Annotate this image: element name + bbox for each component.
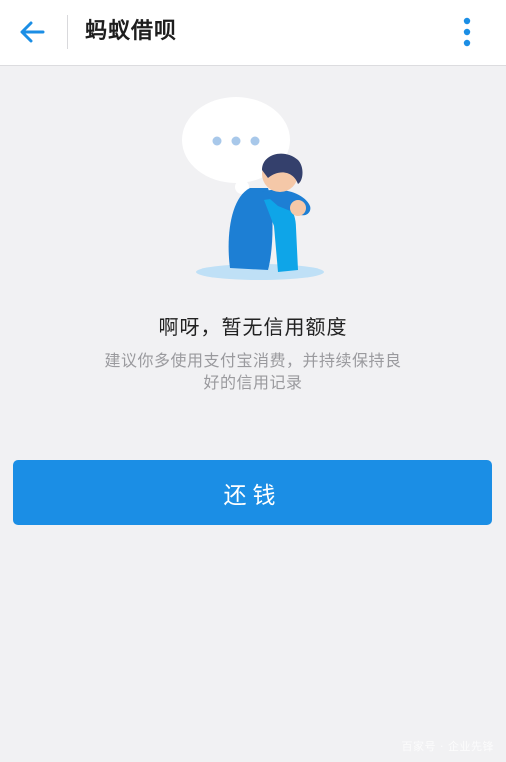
empty-state-illustration	[170, 88, 340, 288]
more-options-button[interactable]	[448, 10, 486, 54]
watermark: 百家号 · 企业先锋	[401, 740, 494, 753]
repay-button[interactable]: 还钱	[13, 460, 492, 525]
header-divider	[67, 15, 68, 49]
more-vertical-icon	[463, 17, 471, 47]
empty-state-description: 建议你多使用支付宝消费，并持续保持良好的信用记录	[104, 351, 402, 392]
arrow-left-icon	[20, 21, 45, 43]
empty-state-title: 啊呀，暂无信用额度	[158, 315, 348, 339]
back-button[interactable]	[6, 9, 58, 55]
sad-person-thought-bubble-icon	[182, 97, 324, 280]
app-header: 蚂蚁借呗	[0, 0, 506, 66]
page-title: 蚂蚁借呗	[85, 19, 178, 44]
